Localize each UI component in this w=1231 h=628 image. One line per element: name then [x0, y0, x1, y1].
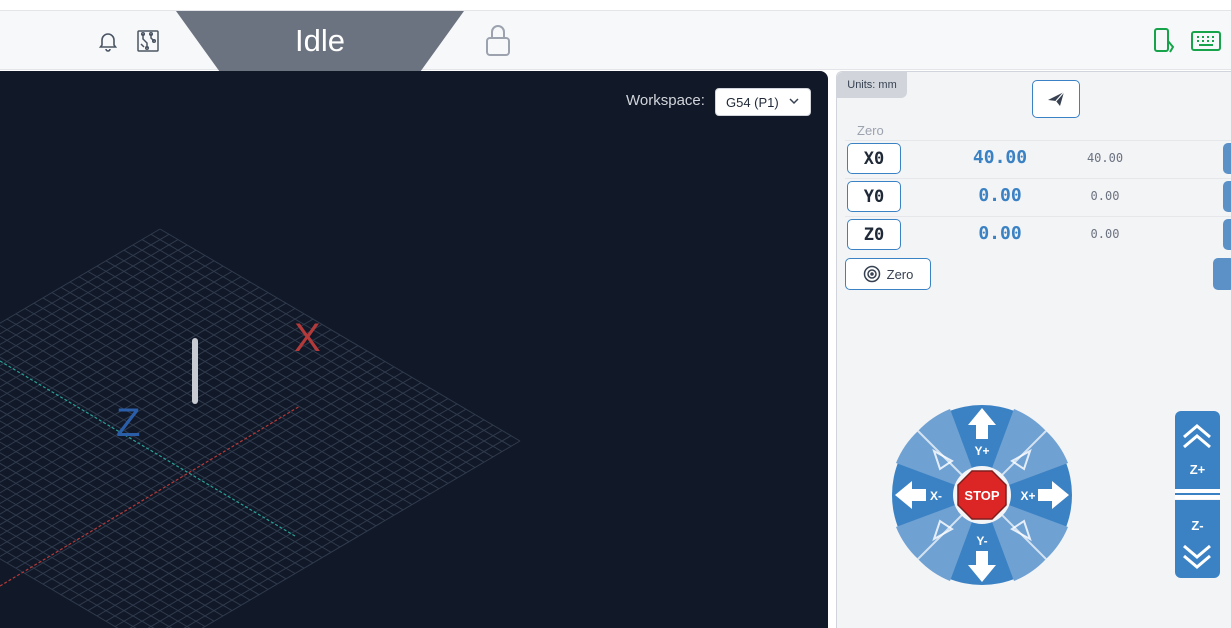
grid-line	[0, 239, 179, 346]
grid-line	[0, 265, 224, 399]
grid-line	[165, 429, 503, 628]
grid-line	[0, 255, 206, 377]
workspace-select[interactable]: G54 (P1)	[715, 88, 811, 116]
zero-z-button[interactable]: Z0	[847, 219, 901, 250]
circuit-board-icon[interactable]	[134, 27, 162, 55]
jog-z-plus-label: Z+	[1189, 462, 1206, 477]
grid-view: X Z	[0, 228, 521, 628]
zero-y-button[interactable]: Y0	[847, 181, 901, 212]
grid-line	[0, 334, 341, 536]
y-side-button[interactable]	[1223, 181, 1231, 212]
double-chevron-up-icon	[1183, 424, 1211, 449]
zero-all-button[interactable]: Zero	[845, 258, 931, 290]
jog-z-minus-label: Z-	[1191, 518, 1204, 533]
jog-x-minus-label: X-	[930, 489, 942, 503]
z-side-button[interactable]	[1223, 219, 1231, 250]
grid-line	[0, 281, 251, 430]
grid-line	[0, 292, 269, 452]
zero-heading: Zero	[857, 123, 884, 138]
x-work-position: 40.00	[972, 147, 1028, 168]
grid-line	[0, 329, 332, 526]
grid-line	[0, 505, 206, 627]
stop-label: STOP	[964, 488, 999, 503]
grid-line	[0, 313, 305, 494]
z-axis-label: Z	[116, 401, 140, 445]
grid-line	[0, 323, 323, 515]
z-jog-divider-line	[1175, 493, 1220, 495]
grid-line	[0, 377, 314, 564]
z-machine-position: 0.00	[1090, 227, 1120, 241]
grid-line	[0, 494, 215, 622]
grid-line	[0, 244, 188, 356]
bell-icon[interactable]	[94, 27, 122, 55]
status-label: Idle	[295, 23, 345, 58]
chevron-down-icon	[789, 98, 799, 105]
jog-z-minus-button[interactable]: Z-	[1175, 500, 1220, 578]
workspace-value: G54 (P1)	[726, 95, 779, 110]
grid-line	[0, 308, 296, 483]
jog-y-plus-label: Y+	[974, 444, 989, 458]
double-chevron-down-icon	[1183, 544, 1211, 569]
axis-row-z: Z0 0.00 0.00	[845, 216, 1231, 254]
zero-side-button[interactable]	[1213, 258, 1231, 290]
x-machine-position: 40.00	[1086, 151, 1124, 165]
units-badge: Units: mm	[837, 72, 907, 98]
grid-line	[0, 356, 332, 553]
y-work-position: 0.00	[978, 185, 1022, 206]
y-machine-position: 0.00	[1090, 189, 1120, 203]
send-button[interactable]	[1032, 80, 1080, 118]
visualizer-canvas[interactable]: X Z Workspace: G54 (P1)	[0, 71, 828, 628]
grid-line	[0, 339, 350, 547]
zero-all-label: Zero	[886, 266, 914, 282]
grid-line	[0, 483, 224, 617]
lock-icon[interactable]	[482, 23, 514, 57]
grid-line	[0, 286, 260, 441]
x-axis-line	[0, 405, 301, 587]
x-axis-label: X	[294, 316, 321, 360]
top-bar: Idle	[0, 10, 1231, 71]
z-jog-control: Z+ Z-	[1175, 411, 1220, 579]
mobile-icon[interactable]	[1150, 27, 1178, 55]
xy-jog-pad: Y+ Y- X- X+ STOP	[892, 405, 1072, 585]
workspace-label: Workspace:	[626, 92, 705, 109]
grid-line	[0, 346, 341, 548]
tool-bit	[192, 338, 198, 404]
status-indicator: Idle	[176, 11, 464, 71]
grid-line	[0, 318, 314, 505]
z-work-position: 0.00	[978, 223, 1022, 244]
grid-line	[0, 249, 197, 367]
jog-x-plus-label: X+	[1020, 489, 1035, 503]
grid-line	[183, 435, 512, 628]
grid-line	[0, 536, 155, 628]
axis-row-y: Y0 0.00 0.00	[845, 178, 1231, 216]
grid-line	[0, 260, 215, 388]
jog-z-plus-button[interactable]: Z+	[1175, 411, 1220, 489]
grid-line	[0, 335, 350, 543]
axis-row-x: X0 40.00 40.00	[845, 140, 1231, 178]
zero-x-button[interactable]: X0	[847, 143, 901, 174]
keyboard-icon[interactable]	[1191, 27, 1221, 55]
grid-line	[0, 302, 287, 473]
grid-line	[0, 515, 191, 628]
paper-plane-icon	[1048, 91, 1065, 106]
x-side-button[interactable]	[1223, 143, 1231, 174]
grid-line	[0, 399, 296, 574]
target-icon	[863, 265, 880, 283]
jog-y-minus-label: Y-	[976, 534, 987, 548]
grid-line	[147, 424, 494, 628]
grid-line	[0, 367, 323, 559]
grid-line	[0, 409, 287, 580]
